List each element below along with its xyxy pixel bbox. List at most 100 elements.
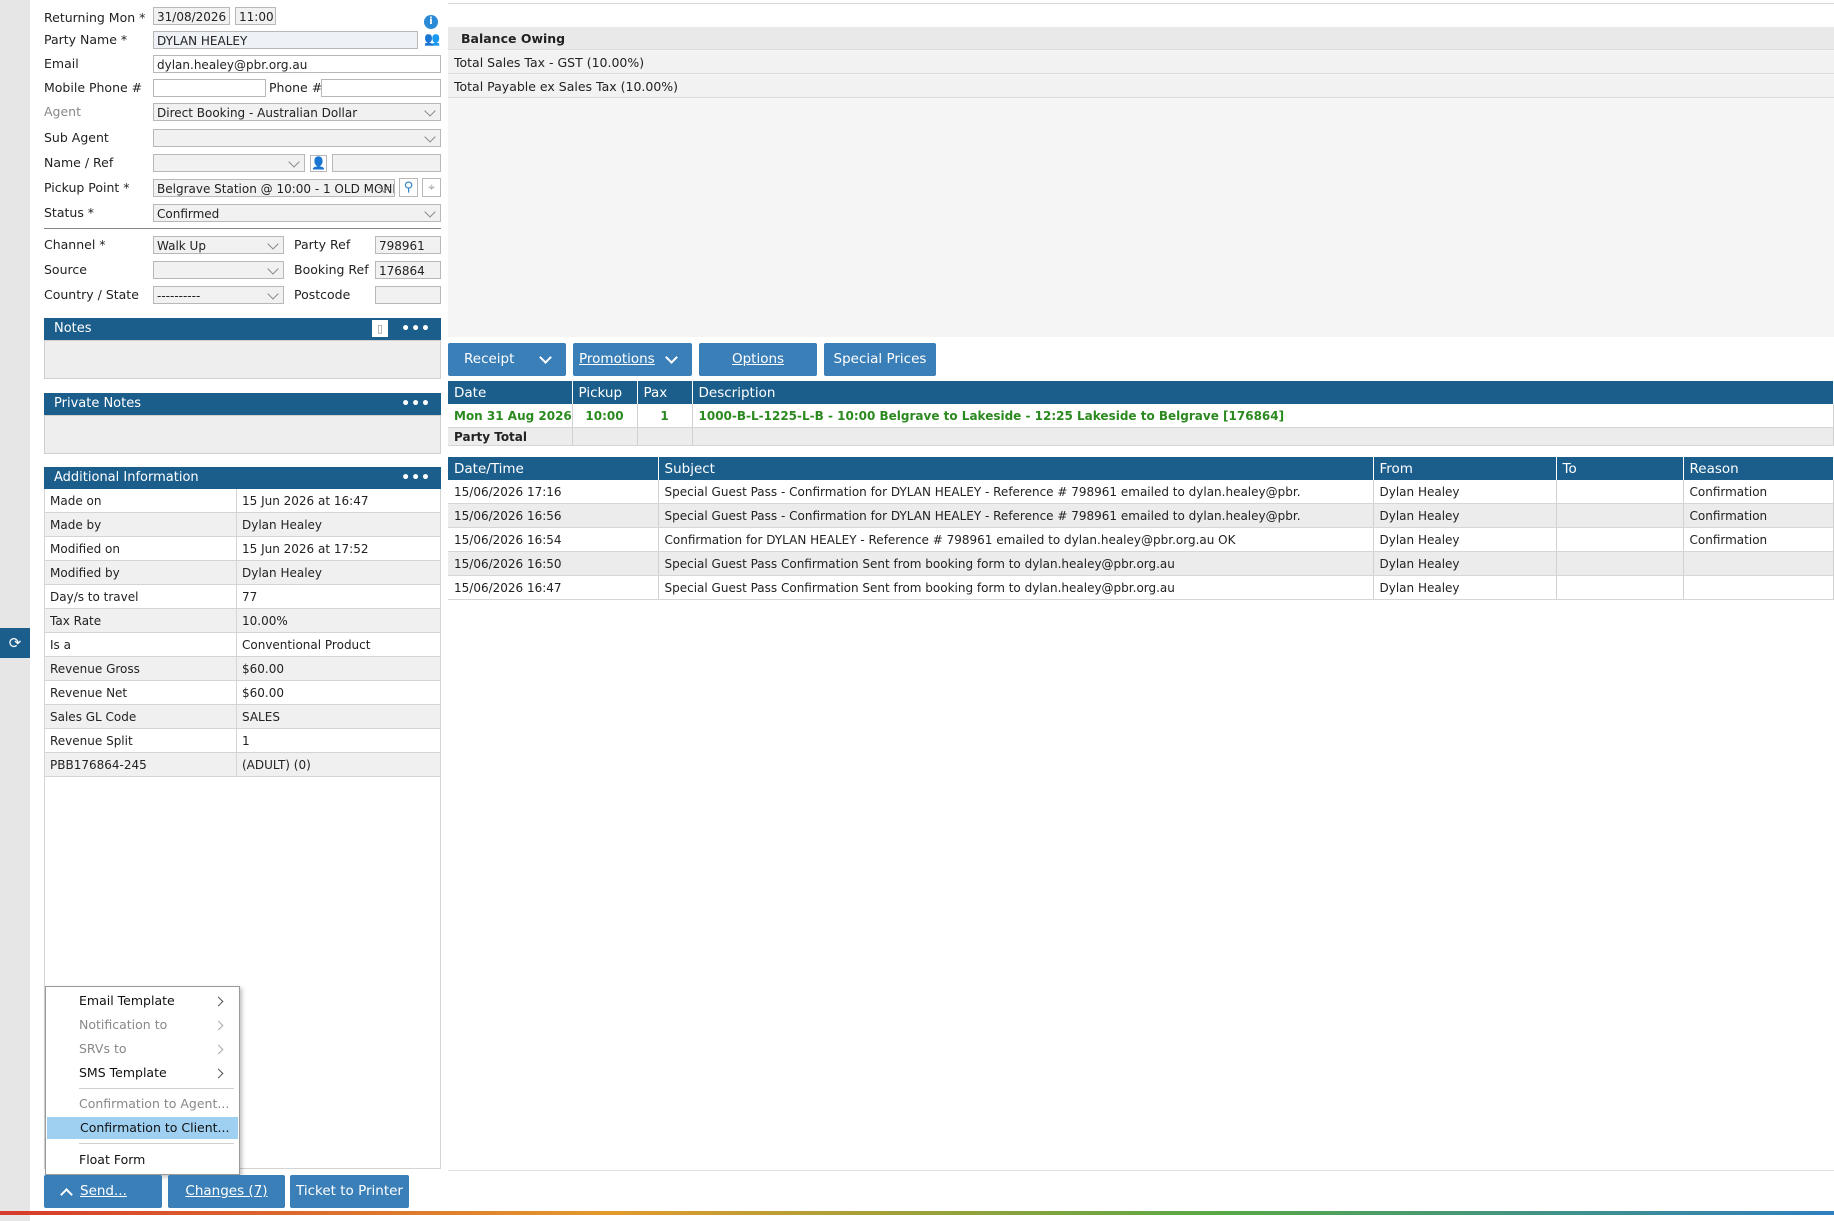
promotions-label: Promotions (579, 351, 655, 367)
col-description[interactable]: Description (692, 381, 1834, 404)
status-value: Confirmed (157, 207, 220, 221)
mobile-label: Mobile Phone # (44, 80, 143, 95)
source-select[interactable] (153, 261, 284, 279)
refresh-icon[interactable]: ⟳ (0, 628, 30, 658)
menu-item-sms-template[interactable]: SMS Template (46, 1062, 239, 1084)
send-button[interactable]: Send... (44, 1175, 162, 1208)
phone-label: Phone # (269, 80, 323, 95)
info-row: Modified by Dylan Healey (45, 560, 440, 585)
col-date[interactable]: Date (448, 381, 573, 404)
log-dt: 15/06/2026 16:50 (448, 551, 659, 576)
options-button[interactable]: Options (699, 343, 817, 376)
info-value: 15 Jun 2026 at 17:52 (236, 536, 440, 561)
ticket-to-printer-button[interactable]: Ticket to Printer (290, 1175, 409, 1208)
log-subject: Special Guest Pass - Confirmation for DY… (658, 480, 1374, 504)
status-select[interactable]: Confirmed (153, 204, 441, 222)
col-datetime[interactable]: Date/Time (448, 457, 659, 480)
col-pax[interactable]: Pax (637, 381, 693, 404)
info-row: Revenue Split 1 (45, 728, 440, 753)
email-label: Email (44, 56, 79, 71)
party-name-field[interactable]: DYLAN HEALEY (153, 31, 418, 49)
returning-label: Returning Mon * (44, 10, 146, 25)
table-row[interactable]: 15/06/2026 17:16 Special Guest Pass - Con… (448, 480, 1834, 504)
status-color-bar (0, 1211, 1834, 1215)
sub-agent-select[interactable] (153, 129, 441, 147)
info-icon[interactable]: i (424, 15, 438, 29)
info-value: $60.00 (236, 680, 440, 705)
more-icon[interactable]: ••• (401, 467, 431, 489)
private-notes-area[interactable] (44, 415, 441, 454)
more-icon[interactable]: ••• (401, 318, 431, 340)
chevron-right-icon (213, 996, 224, 1007)
chevron-down-icon (424, 131, 436, 143)
log-from: Dylan Healey (1373, 527, 1557, 552)
country-select[interactable]: ---------- (153, 286, 284, 304)
menu-item-float-form[interactable]: Float Form (46, 1149, 239, 1171)
menu-item-srvs-to[interactable]: SRVs to (46, 1038, 239, 1060)
map-pin-icon[interactable]: ⌖ (422, 178, 441, 197)
col-reason[interactable]: Reason (1683, 457, 1834, 480)
table-row[interactable]: 15/06/2026 16:56 Special Guest Pass - Con… (448, 503, 1834, 528)
col-to[interactable]: To (1556, 457, 1684, 480)
notes-area[interactable] (44, 340, 441, 379)
mobile-field[interactable] (153, 79, 266, 97)
channel-select[interactable]: Walk Up (153, 236, 284, 254)
menu-item-confirmation-agent[interactable]: Confirmation to Agent... (46, 1093, 239, 1115)
document-icon[interactable]: ▯ (372, 320, 388, 337)
menu-item-notification-to[interactable]: Notification to (46, 1014, 239, 1036)
info-key: Revenue Net (45, 680, 237, 705)
log-reason: Confirmation (1683, 527, 1834, 552)
pickup-select[interactable]: Belgrave Station @ 10:00 - 1 OLD MONBULK (153, 179, 395, 197)
party-members-icon[interactable]: 👥 (424, 32, 440, 48)
item-date: Mon 31 Aug 2026 (448, 404, 573, 428)
table-row[interactable]: 15/06/2026 16:47 Special Guest Pass Confi… (448, 575, 1834, 600)
ticket-label: Ticket to Printer (296, 1183, 403, 1199)
info-value: SALES (236, 704, 440, 729)
booking-ref-field[interactable]: 176864 (375, 261, 441, 279)
party-ref-field[interactable]: 798961 (375, 236, 441, 254)
postcode-field[interactable] (375, 286, 441, 304)
sub-agent-label: Sub Agent (44, 130, 109, 145)
name-ref-select[interactable] (153, 154, 305, 172)
changes-button[interactable]: Changes (7) (168, 1175, 285, 1208)
additional-info-table: Made on 15 Jun 2026 at 16:47 Made by Dylan … (45, 489, 440, 777)
postcode-label: Postcode (294, 287, 351, 302)
special-prices-button[interactable]: Special Prices (824, 343, 936, 376)
phone-field[interactable] (321, 79, 441, 97)
email-field[interactable]: dylan.healey@pbr.org.au (153, 55, 441, 73)
info-row: Modified on 15 Jun 2026 at 17:52 (45, 536, 440, 561)
info-row: PBB176864-245 (ADULT) (0) (45, 752, 440, 777)
info-key: Revenue Split (45, 728, 237, 753)
agent-select[interactable]: Direct Booking - Australian Dollar (153, 103, 441, 121)
table-row[interactable]: Mon 31 Aug 2026 10:00 1 1000-B-L-1225-L-… (448, 404, 1834, 428)
more-icon[interactable]: ••• (401, 393, 431, 415)
chevron-down-icon (288, 156, 300, 168)
info-key: Made by (45, 512, 237, 537)
table-row[interactable]: 15/06/2026 16:50 Special Guest Pass Confi… (448, 551, 1834, 576)
log-to (1556, 551, 1684, 576)
returning-time-field[interactable]: 11:00 (235, 7, 276, 25)
search-icon[interactable]: ⚲ (399, 178, 418, 197)
log-to (1556, 527, 1684, 552)
additional-info-title: Additional Information (54, 470, 199, 485)
col-pickup[interactable]: Pickup (572, 381, 638, 404)
menu-item-confirmation-client[interactable]: Confirmation to Client... (47, 1117, 238, 1139)
info-key: Day/s to travel (45, 584, 237, 609)
changes-label: Changes (7) (185, 1183, 268, 1199)
returning-date-field[interactable]: 31/08/2026 (153, 7, 230, 25)
promotions-button[interactable]: Promotions (573, 343, 692, 376)
receipt-button[interactable]: Receipt (448, 343, 566, 376)
col-subject[interactable]: Subject (658, 457, 1374, 480)
col-from[interactable]: From (1373, 457, 1557, 480)
send-label: Send... (80, 1183, 127, 1199)
log-dt: 15/06/2026 16:47 (448, 575, 659, 600)
pickup-value: Belgrave Station @ 10:00 - 1 OLD MONBULK (157, 182, 394, 196)
info-value: Dylan Healey (236, 512, 440, 537)
log-reason: Confirmation (1683, 503, 1834, 528)
person-icon[interactable]: 👤 (310, 155, 327, 172)
menu-item-email-template[interactable]: Email Template (46, 990, 239, 1012)
table-row[interactable]: 15/06/2026 16:54 Confirmation for DYLAN H… (448, 527, 1834, 552)
name-ref-field[interactable] (332, 154, 441, 172)
info-row: Made on 15 Jun 2026 at 16:47 (45, 489, 440, 513)
chevron-down-icon (539, 351, 552, 364)
